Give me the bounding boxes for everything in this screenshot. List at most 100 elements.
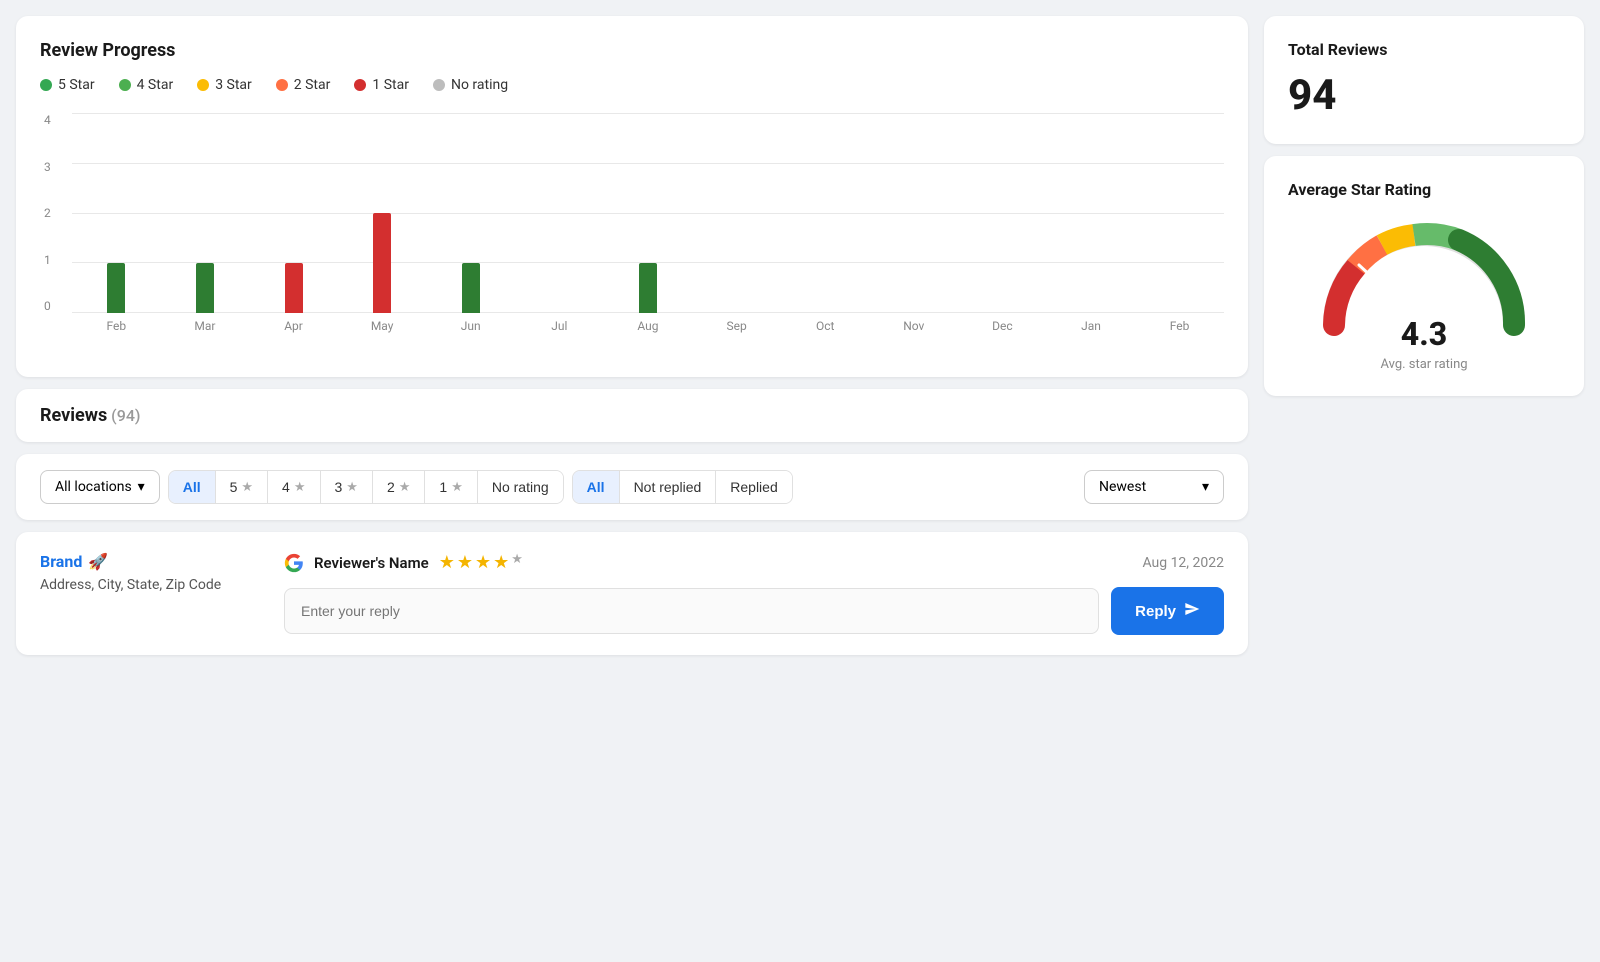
legend-label-2star: 2 Star	[294, 77, 331, 93]
rating-number: 5	[230, 479, 238, 495]
bar-red	[285, 263, 303, 313]
total-reviews-label: Total Reviews	[1288, 40, 1560, 59]
reply-input[interactable]	[284, 588, 1099, 634]
legend-item-norating: No rating	[433, 77, 508, 93]
gauge-number: 4.3	[1401, 315, 1447, 353]
gauge-sublabel: Avg. star rating	[1380, 357, 1467, 372]
bar-group	[781, 113, 870, 313]
star-icon: ★	[346, 479, 358, 495]
sort-dropdown[interactable]: Newest ▾	[1084, 470, 1224, 504]
rating-number: 1	[439, 479, 447, 495]
google-logo-icon	[284, 553, 304, 573]
avg-rating-card: Average Star Rating	[1264, 156, 1584, 396]
gauge-container: 4.3 Avg. star rating	[1288, 215, 1560, 372]
chart-wrapper: 43210 FebMarAprMayJunJulAugSepOctNovDecJ…	[72, 113, 1224, 333]
rating-label: No rating	[492, 479, 549, 495]
avg-rating-label: Average Star Rating	[1288, 180, 1560, 199]
bar-green	[639, 263, 657, 313]
legend-item-1star: 1 Star	[354, 77, 409, 93]
star-rating: ★★★★★	[439, 552, 523, 573]
rating-filter-all[interactable]: All	[169, 471, 216, 503]
x-label: Jun	[426, 319, 515, 333]
bar-group	[958, 113, 1047, 313]
reply-button[interactable]: Reply	[1111, 587, 1224, 635]
star-icon: ★	[451, 479, 463, 495]
review-progress-title: Review Progress	[40, 40, 1224, 61]
star-icon: ★	[294, 479, 306, 495]
bar-group	[338, 113, 427, 313]
right-panel: Total Reviews 94 Average Star Rating	[1264, 16, 1584, 396]
location-label: All locations	[55, 479, 132, 495]
star-1: ★	[439, 552, 455, 573]
legend: 5 Star 4 Star 3 Star 2 Star 1 Star No ra…	[40, 77, 1224, 93]
review-left: Brand 🚀 Address, City, State, Zip Code	[40, 552, 260, 635]
x-label: Oct	[781, 319, 870, 333]
reply-filter-label: Replied	[730, 479, 777, 495]
reviews-header-card: Reviews (94)	[16, 389, 1248, 442]
reply-filter-all[interactable]: All	[573, 471, 620, 503]
rating-label: All	[183, 479, 201, 495]
total-reviews-number: 94	[1288, 71, 1560, 120]
reviewer-row: Reviewer's Name ★★★★★ Aug 12, 2022	[284, 552, 1224, 573]
brand-name: Brand 🚀	[40, 552, 260, 571]
rating-filter-5[interactable]: 5★	[216, 471, 268, 503]
y-axis: 43210	[44, 113, 51, 313]
reply-filter-replied[interactable]: Replied	[716, 471, 791, 503]
review-item-layout: Brand 🚀 Address, City, State, Zip Code	[40, 552, 1224, 635]
rating-filter-1[interactable]: 1★	[425, 471, 477, 503]
reviews-label: Reviews	[40, 405, 107, 426]
filters-row: All locations ▾ All5★4★3★2★1★No rating A…	[40, 470, 1224, 504]
y-label: 0	[44, 299, 51, 313]
star-icon: ★	[399, 479, 411, 495]
review-date: Aug 12, 2022	[1142, 555, 1224, 571]
legend-item-4star: 4 Star	[119, 77, 174, 93]
brand-address: Address, City, State, Zip Code	[40, 577, 260, 593]
x-label: May	[338, 319, 427, 333]
y-label: 4	[44, 113, 51, 127]
reviews-title: Reviews (94)	[40, 405, 1224, 426]
x-label: Feb	[72, 319, 161, 333]
legend-label-1star: 1 Star	[372, 77, 409, 93]
x-label: Nov	[869, 319, 958, 333]
reply-filter-label: Not replied	[634, 479, 702, 495]
star-3: ★	[475, 552, 491, 573]
bar-red	[373, 213, 391, 313]
legend-label-4star: 4 Star	[137, 77, 174, 93]
legend-label-5star: 5 Star	[58, 77, 95, 93]
bar-group	[249, 113, 338, 313]
x-label: Mar	[161, 319, 250, 333]
chart-container: 43210 FebMarAprMayJunJulAugSepOctNovDecJ…	[40, 113, 1224, 353]
main-layout: Review Progress 5 Star 4 Star 3 Star 2 S…	[16, 16, 1584, 655]
legend-label-3star: 3 Star	[215, 77, 252, 93]
legend-dot-3star	[197, 79, 209, 91]
rating-number: 4	[282, 479, 290, 495]
legend-dot-4star	[119, 79, 131, 91]
reply-filter-label: All	[587, 479, 605, 495]
legend-dot-1star	[354, 79, 366, 91]
rating-number: 3	[335, 479, 343, 495]
x-labels: FebMarAprMayJunJulAugSepOctNovDecJanFeb	[72, 319, 1224, 333]
bar-group	[515, 113, 604, 313]
x-label: Apr	[249, 319, 338, 333]
bar-green	[107, 263, 125, 313]
rating-filter-4[interactable]: 4★	[268, 471, 320, 503]
rating-filter-2[interactable]: 2★	[373, 471, 425, 503]
bar-group	[161, 113, 250, 313]
filters-card: All locations ▾ All5★4★3★2★1★No rating A…	[16, 454, 1248, 520]
reply-row: Reply	[284, 587, 1224, 635]
bar-group	[869, 113, 958, 313]
left-panel: Review Progress 5 Star 4 Star 3 Star 2 S…	[16, 16, 1248, 655]
reviewer-name: Reviewer's Name	[314, 554, 429, 572]
reply-filter-not-replied[interactable]: Not replied	[620, 471, 717, 503]
location-dropdown[interactable]: All locations ▾	[40, 470, 160, 504]
sort-chevron-icon: ▾	[1202, 479, 1209, 495]
bar-green	[462, 263, 480, 313]
bar-group	[1047, 113, 1136, 313]
rating-filter-3[interactable]: 3★	[321, 471, 373, 503]
send-icon	[1184, 601, 1200, 621]
legend-item-3star: 3 Star	[197, 77, 252, 93]
bar-group	[1135, 113, 1224, 313]
rating-filter-no-rating[interactable]: No rating	[478, 471, 563, 503]
x-label: Sep	[692, 319, 781, 333]
reply-filter-group: All Not replied Replied	[572, 470, 793, 504]
